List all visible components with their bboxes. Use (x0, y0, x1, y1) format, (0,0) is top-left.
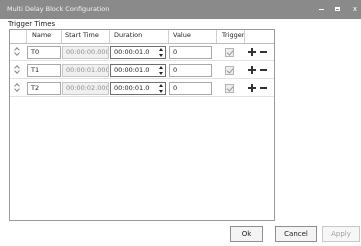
column-header-value[interactable]: Value (173, 31, 191, 43)
ok-button[interactable]: Ok (230, 226, 263, 242)
start-time-field: 00:00:01.000 (62, 64, 109, 77)
duration-input[interactable]: 00:00:01.0 (110, 64, 166, 77)
duration-input[interactable]: 00:00:01.0 (110, 82, 166, 95)
value-input[interactable]: 0 (169, 46, 212, 59)
row-divider (10, 78, 274, 79)
start-time-field: 00:00:00.000 (62, 46, 109, 59)
minimize-icon (318, 9, 324, 10)
trigger-checkbox[interactable] (225, 48, 234, 57)
value-input[interactable]: 0 (169, 64, 212, 77)
add-row-icon[interactable] (248, 66, 256, 74)
dialog-window: Multi Delay Block Configuration x Trigge… (0, 0, 361, 246)
duration-input[interactable]: 00:00:01.0 (110, 46, 166, 59)
close-button[interactable]: x (349, 3, 361, 15)
column-divider (61, 30, 62, 43)
name-input[interactable]: T1 (27, 64, 61, 77)
column-divider (109, 30, 110, 43)
trigger-checkbox[interactable] (225, 84, 234, 93)
maximize-icon (334, 7, 340, 11)
column-header-trigger[interactable]: Trigger (222, 31, 244, 43)
reorder-icon[interactable] (14, 46, 20, 58)
minimize-button[interactable] (315, 3, 327, 15)
trigger-times-grid: Name Start Time Duration Value Trigger T… (9, 29, 275, 221)
maximize-button[interactable] (331, 3, 343, 15)
reorder-icon[interactable] (14, 82, 20, 94)
cancel-button[interactable]: Cancel (275, 226, 317, 242)
duration-stepper-icon[interactable] (159, 83, 164, 95)
duration-stepper-icon[interactable] (159, 47, 164, 59)
duration-stepper-icon[interactable] (159, 65, 164, 77)
value-input[interactable]: 0 (169, 82, 212, 95)
apply-button[interactable]: Apply (322, 226, 360, 242)
remove-row-icon[interactable] (260, 51, 267, 53)
row-divider (10, 60, 274, 61)
column-divider (216, 30, 217, 43)
column-divider (168, 30, 169, 43)
remove-row-icon[interactable] (260, 87, 267, 89)
column-divider (26, 30, 27, 43)
title-bar[interactable]: Multi Delay Block Configuration x (0, 0, 361, 19)
column-header-start-time[interactable]: Start Time (65, 31, 99, 43)
column-header-name[interactable]: Name (32, 31, 51, 43)
remove-row-icon[interactable] (260, 69, 267, 71)
trigger-checkbox[interactable] (225, 66, 234, 75)
column-divider (244, 30, 245, 43)
start-time-field: 00:00:02.000 (62, 82, 109, 95)
header-divider (10, 43, 274, 44)
name-input[interactable]: T0 (27, 46, 61, 59)
add-row-icon[interactable] (248, 48, 256, 56)
row-divider (10, 96, 274, 97)
window-title: Multi Delay Block Configuration (7, 5, 110, 13)
name-input[interactable]: T2 (27, 82, 61, 95)
column-header-duration[interactable]: Duration (114, 31, 142, 43)
reorder-icon[interactable] (14, 64, 20, 76)
group-title: Trigger Times (8, 20, 56, 28)
add-row-icon[interactable] (248, 84, 256, 92)
